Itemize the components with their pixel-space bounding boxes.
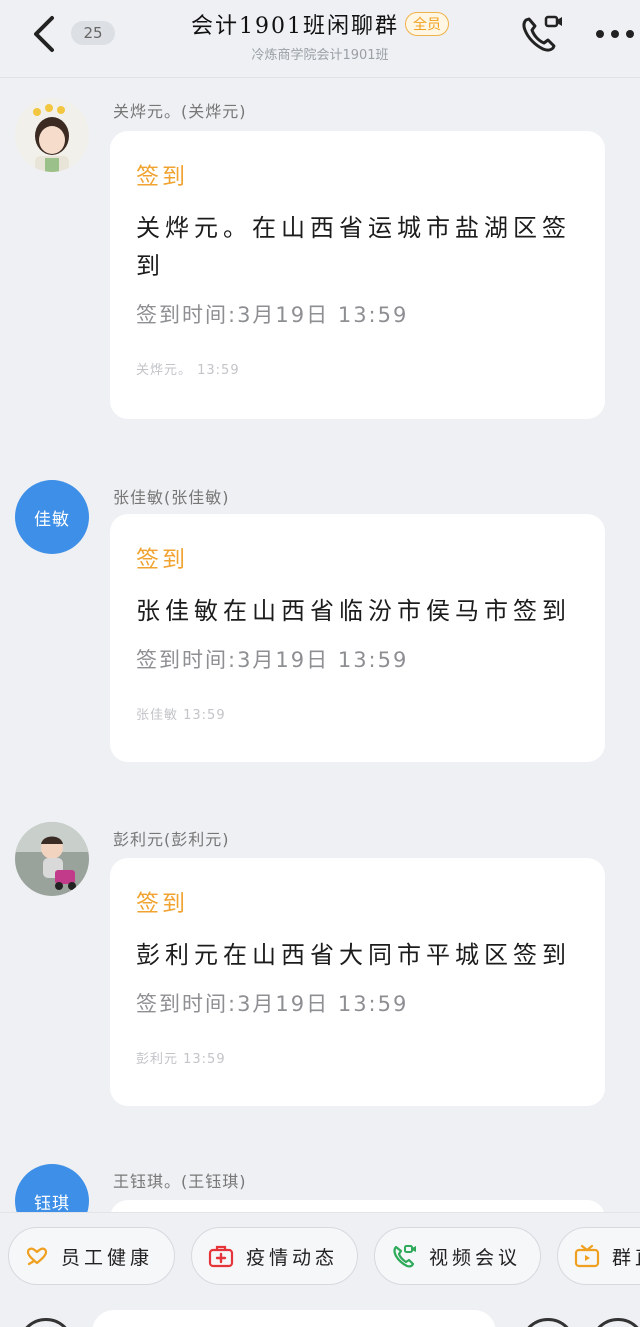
sender-name: 彭利元(彭利元): [113, 830, 230, 849]
sender-name: 关烨元。(关烨元): [113, 102, 247, 121]
add-attachment-button[interactable]: [590, 1318, 640, 1327]
child-photo-avatar-icon: [15, 98, 89, 172]
card-body: 张佳敏在山西省临汾市侯马市签到: [136, 597, 571, 625]
check-in-time: 签到时间:3月19日 13:59: [136, 303, 409, 327]
more-options-button[interactable]: [594, 24, 636, 44]
check-in-card[interactable]: [110, 1200, 605, 1212]
sender-name: 张佳敏(张佳敏): [113, 488, 230, 507]
group-name: 会计1901班闲聊群: [191, 14, 399, 39]
baby-photo-avatar-icon: [15, 822, 89, 896]
check-in-card[interactable]: 签到 张佳敏在山西省临汾市侯马市签到 签到时间:3月19日 13:59 张佳敏 …: [110, 514, 605, 762]
tv-icon: [574, 1244, 600, 1268]
card-title: 签到: [136, 547, 188, 573]
video-call-icon: [393, 1245, 416, 1268]
medical-kit-icon: [208, 1245, 234, 1268]
chip-label: 员工健康: [61, 1246, 154, 1269]
card-body: 彭利元在山西省大同市平城区签到: [136, 941, 571, 969]
chat-title-block[interactable]: 会计1901班闲聊群 全员 冷炼商学院会计1901班: [150, 8, 490, 63]
group-subtitle: 冷炼商学院会计1901班: [251, 48, 389, 63]
emoji-button[interactable]: [520, 1318, 576, 1327]
more-dots-icon: [596, 30, 634, 38]
card-title: 签到: [136, 164, 188, 190]
chip-employee-health[interactable]: 员工健康: [8, 1227, 175, 1285]
chat-message: 钰琪 王钰琪。(王钰琪): [0, 1164, 640, 1212]
check-in-time: 签到时间:3月19日 13:59: [136, 648, 409, 672]
check-in-card[interactable]: 签到 彭利元在山西省大同市平城区签到 签到时间:3月19日 13:59 彭利元 …: [110, 858, 605, 1106]
phone-video-icon: [522, 15, 562, 52]
avatar[interactable]: [15, 822, 89, 896]
top-bar: 25 会计1901班闲聊群 全员 冷炼商学院会计1901班: [0, 0, 640, 78]
back-button[interactable]: [26, 12, 66, 56]
member-badge: 全员: [405, 12, 449, 36]
heart-hand-icon: [26, 1247, 48, 1266]
avatar[interactable]: [15, 98, 89, 172]
avatar[interactable]: 钰琪: [15, 1164, 89, 1212]
chip-epidemic-updates[interactable]: 疫情动态: [191, 1227, 358, 1285]
input-bar: [0, 1298, 640, 1327]
unread-count-badge: 25: [71, 21, 115, 45]
chip-video-meeting[interactable]: 视频会议: [374, 1227, 541, 1285]
chip-label: 群直播: [612, 1246, 640, 1269]
chip-label: 疫情动态: [246, 1246, 339, 1269]
avatar[interactable]: 佳敏: [15, 480, 89, 554]
card-footer: 彭利元 13:59: [136, 1052, 226, 1067]
card-title: 签到: [136, 891, 188, 917]
check-in-time: 签到时间:3月19日 13:59: [136, 992, 409, 1016]
card-footer: 关烨元。 13:59: [136, 363, 240, 378]
card-body: 关烨元。在山西省运城市盐湖区签到: [136, 214, 571, 280]
chip-group-live[interactable]: 群直播: [557, 1227, 640, 1285]
chevron-left-icon: [34, 16, 54, 52]
video-call-button[interactable]: [518, 12, 564, 56]
voice-input-button[interactable]: [18, 1318, 74, 1327]
quick-action-bar: 员工健康 疫情动态 视频会议 群直播: [0, 1212, 640, 1298]
sender-name: 王钰琪。(王钰琪): [113, 1172, 247, 1191]
message-input[interactable]: [92, 1310, 496, 1327]
check-in-card[interactable]: 签到 关烨元。在山西省运城市盐湖区签到 签到时间:3月19日 13:59 关烨元…: [110, 131, 605, 419]
card-footer: 张佳敏 13:59: [136, 708, 226, 723]
chip-label: 视频会议: [429, 1246, 522, 1269]
